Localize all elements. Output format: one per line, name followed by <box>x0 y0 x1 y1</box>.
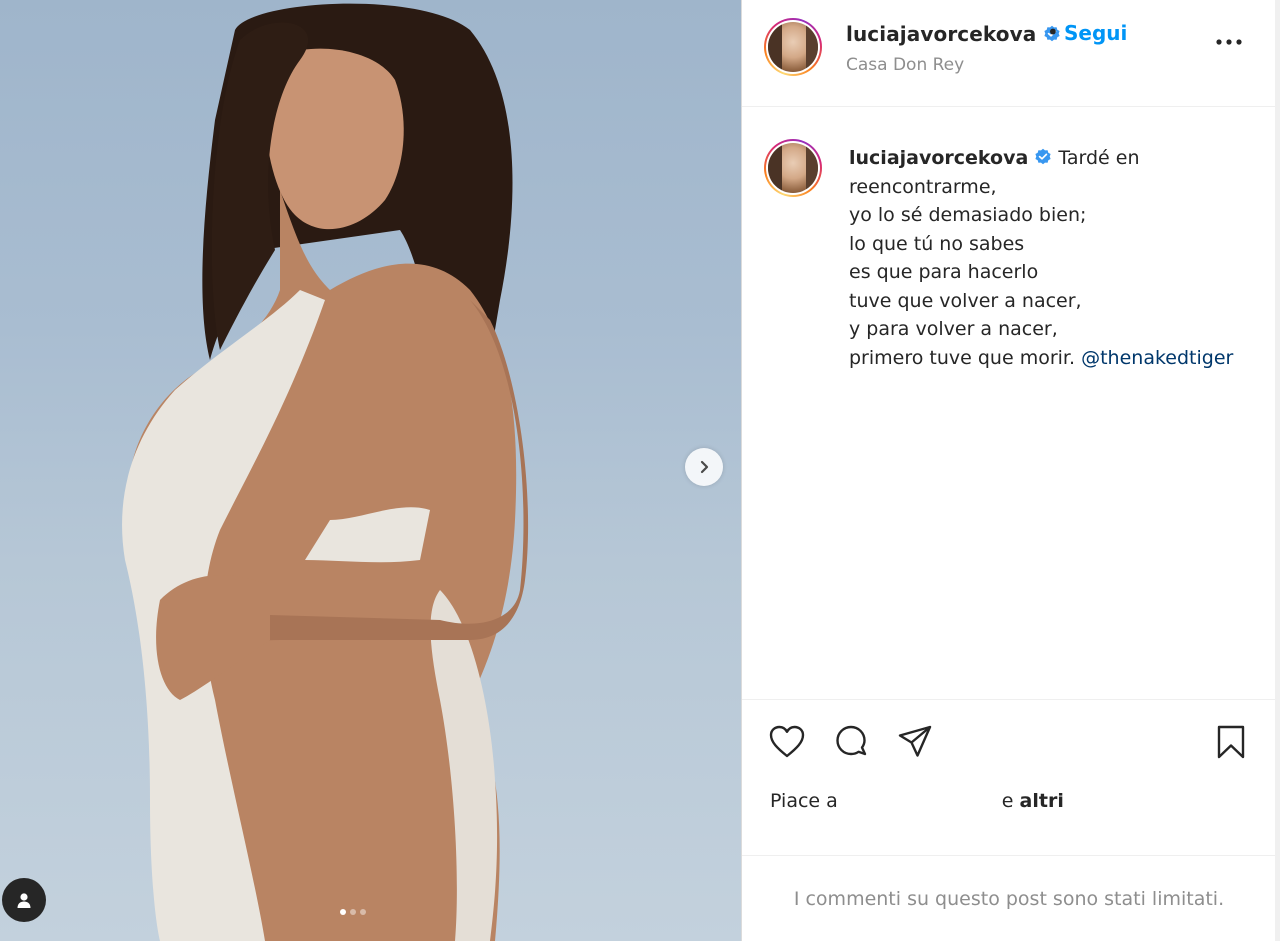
tagged-users-button[interactable] <box>2 878 46 922</box>
carousel-dot-active <box>340 909 346 915</box>
more-horizontal-icon[interactable] <box>1214 34 1244 50</box>
caption-line-text: tuve que volver a nacer, <box>849 289 1082 312</box>
caption-author-avatar[interactable] <box>764 139 822 197</box>
caption-line-text: reencontrarme, <box>849 175 997 198</box>
comments-limited-notice: I commenti su questo post sono stati lim… <box>793 887 1225 910</box>
instagram-post: luciajavorcekova • Segui Casa Don Rey lu… <box>0 0 1280 941</box>
caption-line-text: y para volver a nacer, <box>849 318 1058 340</box>
carousel-next-button[interactable] <box>685 448 723 486</box>
likes-summary: Piace a e altri <box>770 790 1064 812</box>
likes-others-link[interactable]: altri <box>1020 790 1064 812</box>
user-tag-icon <box>17 893 31 908</box>
bookmark-icon <box>1217 725 1245 759</box>
post-photo <box>122 3 529 941</box>
caption-line-text: Tardé en <box>1058 147 1140 169</box>
caption-text: luciajavorcekova Tardé en reencontrarme,… <box>849 144 1259 372</box>
caption-line: primero tuve que morir. @thenakedtiger <box>849 344 1259 373</box>
share-button[interactable] <box>896 723 934 761</box>
chevron-right-icon <box>700 460 709 474</box>
location-link[interactable]: Casa Don Rey <box>846 55 964 75</box>
heart-icon <box>769 725 805 758</box>
window-edge <box>1275 0 1280 941</box>
carousel-indicator <box>340 909 366 915</box>
share-icon <box>898 725 932 757</box>
header-separator: • <box>1047 20 1059 44</box>
caption-mention-link[interactable]: @thenakedtiger <box>1081 347 1233 369</box>
verified-badge-icon <box>1035 148 1051 165</box>
caption-line-text: es que para hacerlo <box>849 261 1039 283</box>
post-media[interactable] <box>0 0 741 941</box>
author-username: luciajavorcekova <box>846 22 1037 46</box>
author-username-link[interactable]: luciajavorcekova <box>846 22 1061 46</box>
post-details-panel: luciajavorcekova • Segui Casa Don Rey lu… <box>741 0 1276 941</box>
caption-line-text: primero tuve que morir. <box>849 346 1076 369</box>
caption-line-text: lo que tú no sabes <box>849 232 1025 255</box>
post-actions: Piace a e altri <box>742 700 1276 856</box>
like-button[interactable] <box>768 723 806 761</box>
comment-button[interactable] <box>832 723 870 761</box>
post-caption: luciajavorcekova Tardé en reencontrarme,… <box>742 107 1276 700</box>
likes-prefix: Piace a <box>770 790 838 812</box>
follow-button[interactable]: Segui <box>1064 21 1127 45</box>
carousel-dot <box>360 909 366 915</box>
post-header: luciajavorcekova • Segui Casa Don Rey <box>742 0 1276 107</box>
save-button[interactable] <box>1212 723 1250 761</box>
carousel-dot <box>350 909 356 915</box>
caption-username[interactable]: luciajavorcekova <box>849 147 1028 169</box>
likes-joiner: e <box>1001 790 1014 812</box>
caption-line: luciajavorcekova Tardé en <box>849 144 1259 173</box>
comment-icon <box>836 725 867 756</box>
caption-line-text: yo lo sé demasiado bien; <box>849 204 1087 226</box>
author-avatar[interactable] <box>764 18 822 76</box>
